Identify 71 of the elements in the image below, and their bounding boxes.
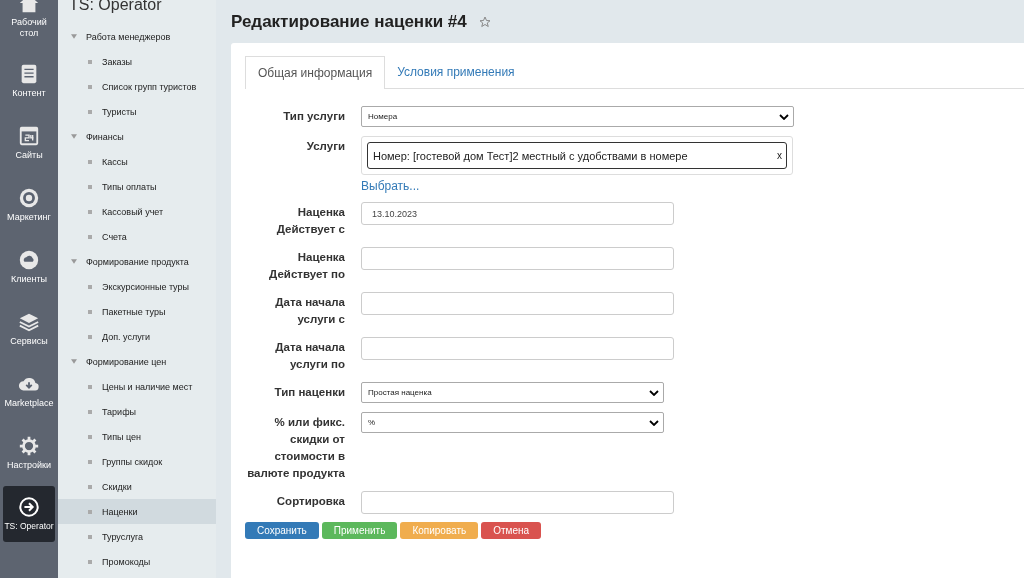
multi-select-field[interactable]: Номер: [гостевой дом Тест]2 местный с удобствами в номере x — [361, 136, 793, 175]
rail-item[interactable]: Маркетинг — [0, 174, 58, 236]
input-field[interactable]: 13.10.2023 — [361, 202, 674, 225]
group-label: Работа менеджеров — [86, 31, 171, 42]
group-label: Формирование цен — [86, 356, 167, 367]
field-label: Наценка Действует по — [268, 250, 345, 282]
sidebar-item[interactable]: Заказы — [58, 49, 216, 74]
form-button[interactable]: Отмена — [481, 522, 542, 539]
input-field[interactable] — [361, 292, 674, 315]
sidebar-item[interactable]: Туристы — [58, 99, 216, 124]
group-label: Формирование продукта — [86, 256, 189, 267]
field-label: Наценка Действует с — [275, 205, 345, 237]
sidebar-item[interactable]: Промокоды — [58, 549, 216, 574]
tag-label: Номер: [гостевой дом Тест]2 местный с удобствами в номере — [373, 149, 688, 162]
select-field[interactable]: Номера — [361, 106, 794, 127]
field-label: Тип услуги — [282, 109, 345, 124]
star-icon[interactable] — [478, 15, 491, 28]
tab[interactable]: Общая информация — [245, 56, 386, 89]
sidebar-item[interactable]: Список групп туристов — [58, 74, 216, 99]
field-label: Услуги — [305, 139, 345, 154]
form-button[interactable]: Сохранить — [245, 522, 319, 539]
field-label: Дата начала услуги с — [274, 295, 345, 327]
calendar-icon — [18, 125, 40, 148]
sidebar-item[interactable]: Скидки — [58, 474, 216, 499]
field-label: Сортировка — [275, 494, 345, 509]
sidebar-group[interactable]: Формирование продукта — [58, 249, 216, 274]
layers-icon — [18, 311, 40, 334]
sidebar-item[interactable]: Туруслуга — [58, 524, 216, 549]
sidebar-item[interactable]: Счета — [58, 224, 216, 249]
select-field[interactable]: % — [361, 412, 664, 433]
sidebar-item[interactable]: Пакетные туры — [58, 299, 216, 324]
rail-item[interactable]: Рабочий стол — [0, 0, 58, 50]
select-field[interactable]: Простая наценка — [361, 382, 664, 403]
rail-item[interactable]: Сервисы — [0, 298, 58, 360]
choose-link[interactable]: Выбрать... — [361, 179, 793, 193]
input-field[interactable] — [361, 337, 674, 360]
rail-item[interactable]: Marketplace — [0, 360, 58, 422]
cloud-icon — [18, 249, 40, 272]
rail-item[interactable]: Сайты — [0, 112, 58, 174]
target-icon — [18, 187, 40, 210]
sidebar-item[interactable]: Типы цен — [58, 424, 216, 449]
input-field[interactable] — [361, 491, 674, 514]
remove-button[interactable]: x — [777, 150, 782, 161]
sidebar-item[interactable]: Кассовый учет — [58, 199, 216, 224]
chevron-down-icon — [779, 113, 789, 120]
sidebar-item[interactable]: Доп. услуги — [58, 324, 216, 349]
input-field[interactable] — [361, 247, 674, 270]
rail-item[interactable]: Настройки — [0, 422, 58, 484]
chevron-down-icon — [649, 419, 659, 426]
tab[interactable]: Условия применения — [385, 56, 527, 88]
rail-item[interactable]: Клиенты — [0, 236, 58, 298]
field-label: Тип наценки — [273, 385, 345, 400]
sidebar-item[interactable]: Типы оплаты — [58, 174, 216, 199]
sidebar-item[interactable]: Группы скидок — [58, 449, 216, 474]
sidebar-item[interactable]: Цены и наличие мест — [58, 374, 216, 399]
rail-item[interactable]: Контент — [0, 50, 58, 112]
chevron-down-icon — [649, 389, 659, 396]
sidebar-group[interactable]: Работа менеджеров — [58, 24, 216, 49]
field-label: % или фикс. скидки от стоимости в валюте продукта — [246, 415, 345, 481]
sidebar-item[interactable]: Наценки — [58, 499, 216, 524]
arrow-circle-icon — [18, 496, 40, 519]
gear-icon — [18, 435, 40, 458]
sidebar-item[interactable]: Кассы — [58, 149, 216, 174]
sidebar-group[interactable]: Формирование цен — [58, 349, 216, 374]
sidebar-item[interactable]: Тарифы — [58, 399, 216, 424]
group-label: Финансы — [86, 131, 124, 142]
page-title: Редактирование наценки #4 — [231, 11, 467, 32]
sidebar-group[interactable]: Финансы — [58, 124, 216, 149]
rail-item[interactable]: TS: Operator — [3, 486, 55, 542]
field-label: Дата начала услуги по — [274, 340, 345, 372]
sidebar-item[interactable]: Экскурсионные туры — [58, 274, 216, 299]
